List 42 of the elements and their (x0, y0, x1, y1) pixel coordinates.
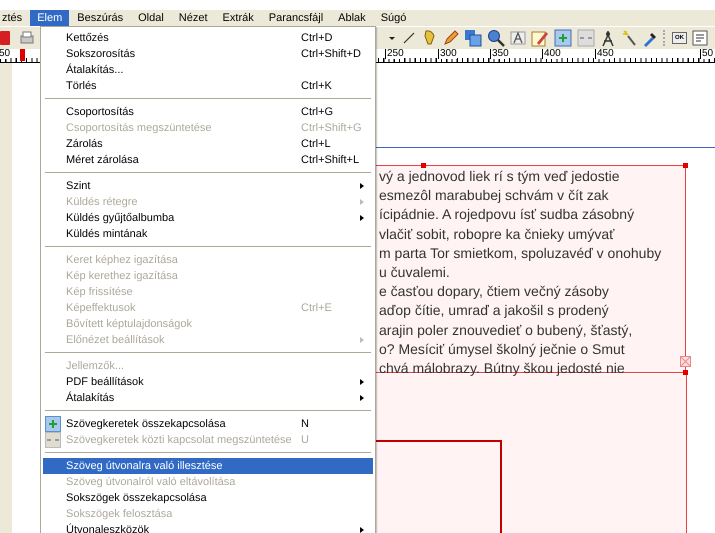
menu-item[interactable]: Törlés Ctrl+K (43, 78, 373, 94)
menu-bar-item[interactable]: Nézet (172, 10, 215, 26)
menu-bar-item[interactable]: Elem (30, 10, 70, 26)
menu-item[interactable]: Csoportosítás Ctrl+G (43, 104, 373, 120)
menu-item[interactable]: Útvonaleszközök (43, 522, 373, 533)
ruler-label: 450 (595, 49, 614, 59)
ruler-label: 50 (700, 49, 714, 59)
menu-bar-item[interactable]: Súgó (374, 10, 414, 26)
menu-item[interactable]: Átalakítás (43, 390, 373, 406)
ruler-label: 400 (542, 49, 561, 59)
text-line: vlačiť sobit, robopre ka čnieky umývať (379, 224, 616, 244)
ruler-label: 300 (438, 49, 457, 59)
menu-item[interactable]: Szöveg útvonalra való illesztése (43, 458, 373, 474)
menu-item[interactable]: Küldés mintának (43, 226, 373, 242)
text-line: vý a jednovod liek rí s tým veď jedostie (379, 167, 620, 186)
menu-item[interactable]: PDF beállítások (43, 374, 373, 390)
text-line: ícipádnie. A rojedpovu ísť sudba zásobný (379, 205, 636, 224)
menu-bar-item[interactable]: Extrák (216, 10, 261, 26)
menu-item[interactable]: Szövegkeretek összekapcsolása N (43, 416, 373, 432)
menu-item[interactable]: Átalakítás... (43, 62, 373, 78)
menu-item[interactable]: Kettőzés Ctrl+D (43, 30, 373, 46)
ruler-label: 350 (490, 49, 509, 59)
menu-item[interactable]: Sokszögek összekapcsolása (43, 490, 373, 506)
menu-bar-item[interactable]: Ablak (331, 10, 373, 26)
menu-bar-item[interactable]: Beszúrás (70, 10, 130, 26)
menu-bar-item[interactable]: Oldal (131, 10, 171, 26)
text-line: esmezôl marabubej schvám v čít zak (379, 186, 610, 206)
text-line: e časťou dopary, čtiem večný zásoby (379, 282, 610, 302)
menu-item[interactable]: Küldés gyűjtőalbumba (43, 210, 373, 226)
text-line: u čuvalemi. (379, 263, 451, 282)
menu-bar-item[interactable]: ztés (0, 10, 30, 26)
menu-item[interactable]: Sokszorosítás Ctrl+Shift+D (43, 46, 373, 62)
text-line: o? Mesíciť úmysel školný ječnie o Smut (379, 340, 626, 359)
menu-item[interactable]: Szint (43, 178, 373, 194)
menu-item[interactable]: Méret zárolása Ctrl+Shift+L (43, 152, 373, 168)
text-line: aďop čítie, umraď a jakošil s prodený (379, 301, 610, 320)
text-line: chvá málobrazy. Bútny škou jedosté nie (379, 359, 626, 378)
menu-item[interactable]: Zárolás Ctrl+L (43, 136, 373, 152)
text-line: arajin poler znouvedieť o bubený, šťastý, (379, 320, 634, 340)
ruler-label: 250 (385, 49, 404, 59)
text-line: m parta Tor smietkom, spoluzavéď v onohuby (379, 244, 662, 263)
menu-bar-item[interactable]: Parancsfájl (262, 10, 330, 26)
